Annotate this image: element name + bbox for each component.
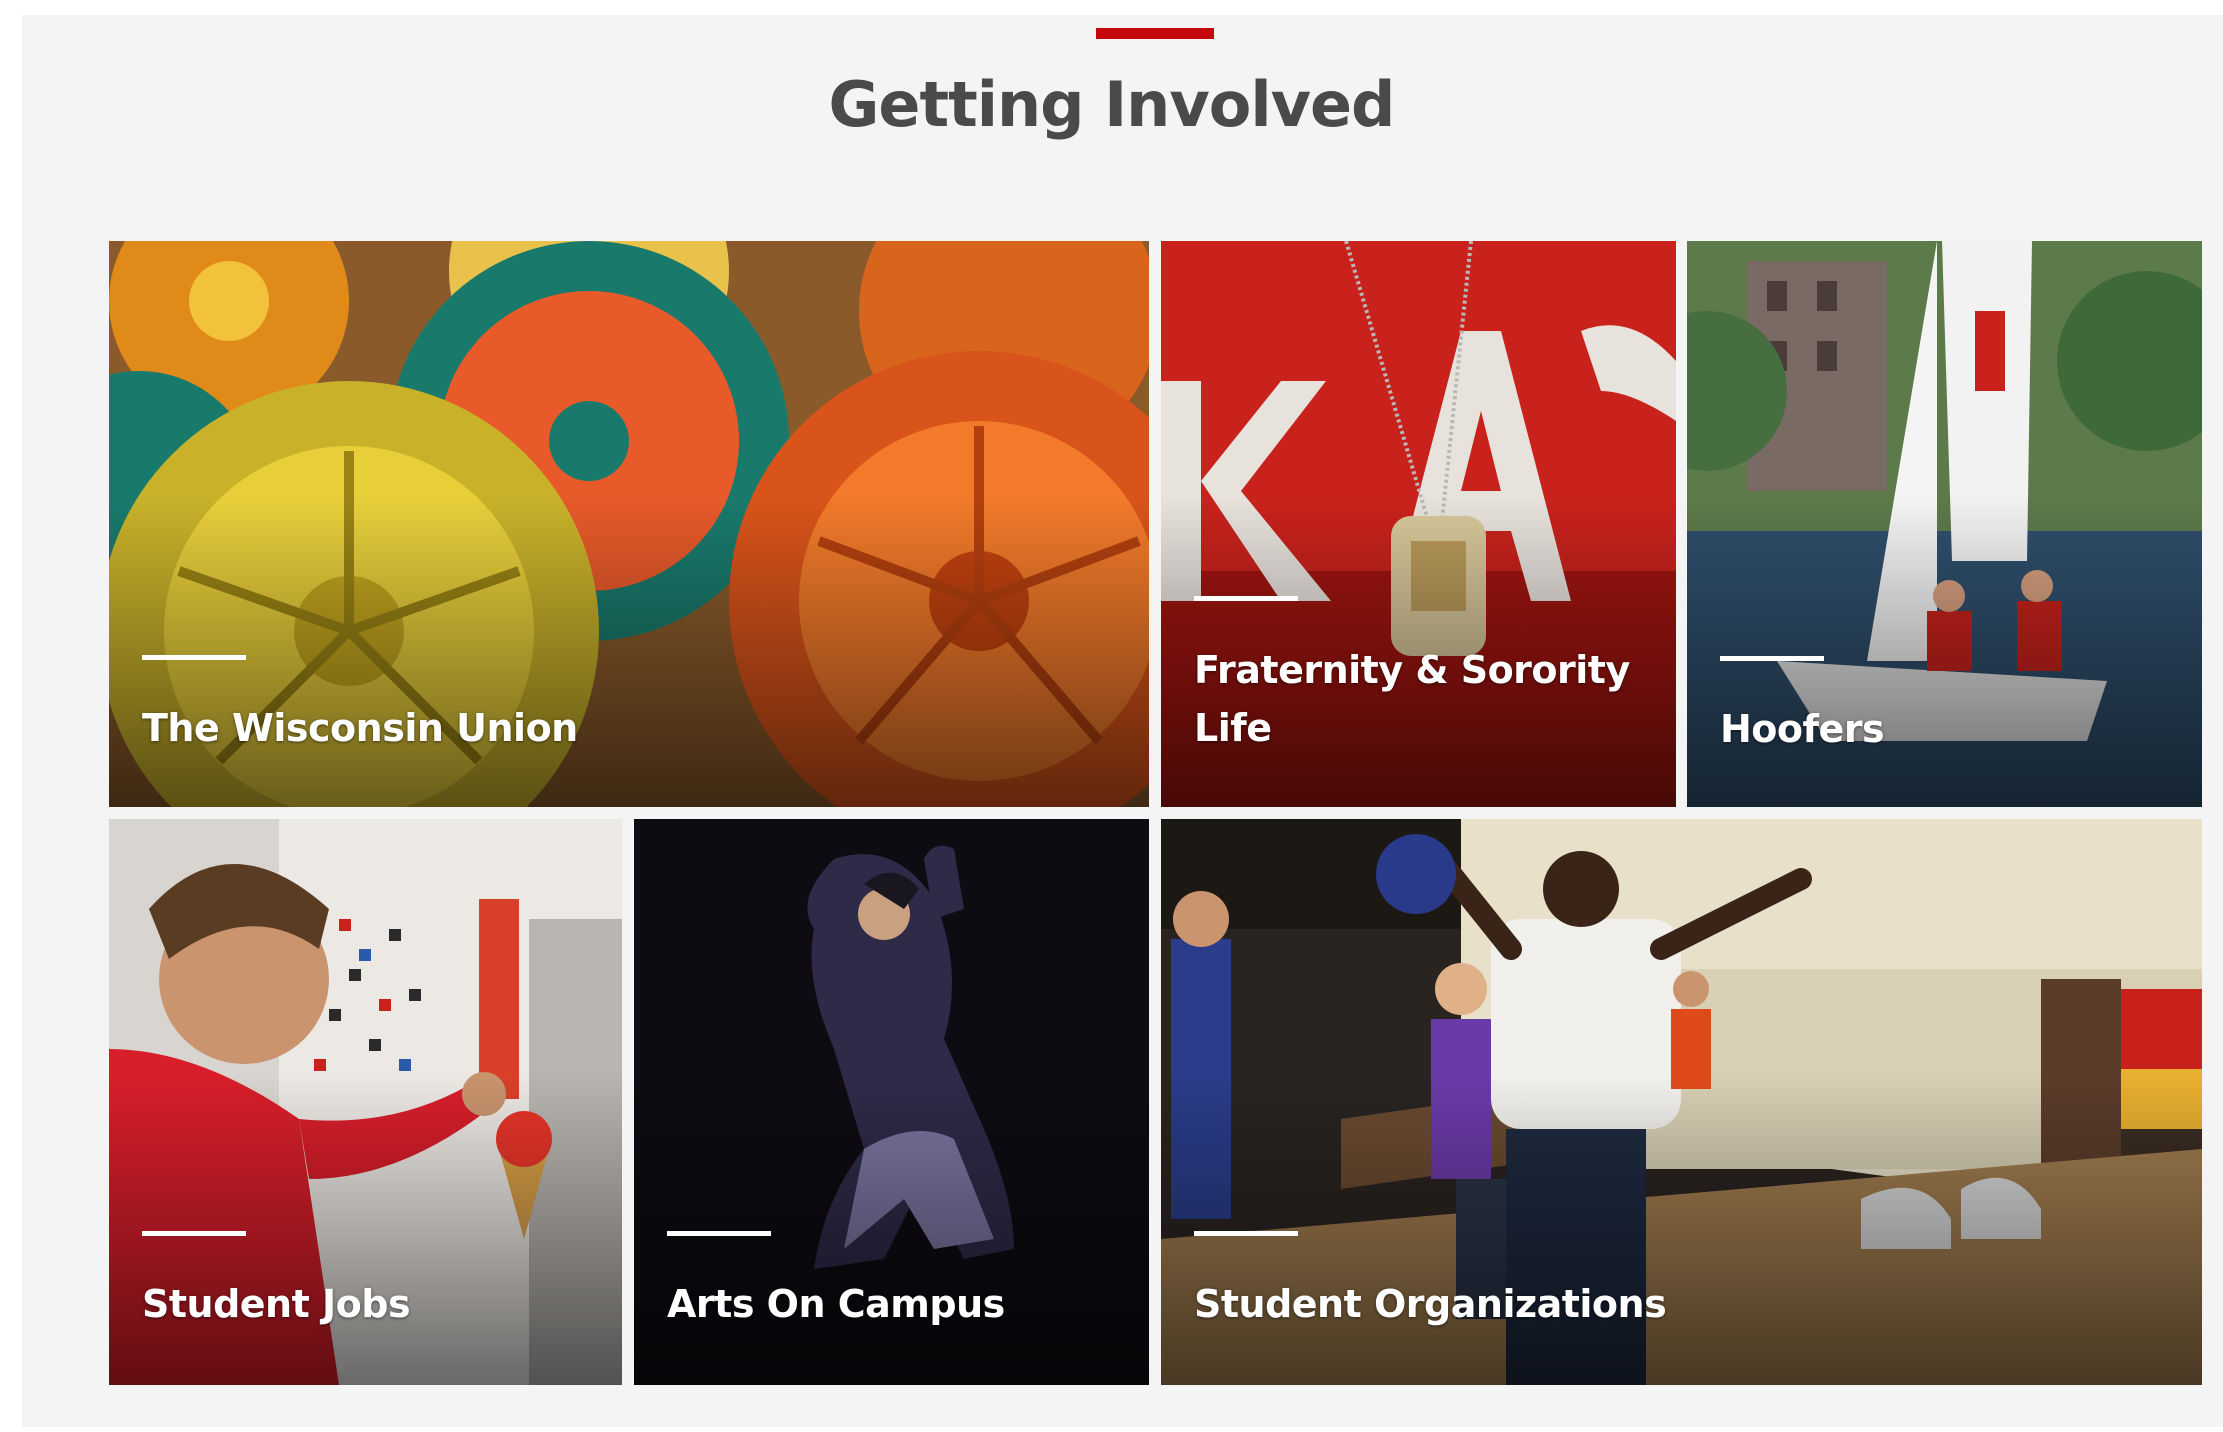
tile-label: Fraternity & Sorority Life: [1194, 648, 1630, 750]
tile-hoofers[interactable]: Hoofers: [1687, 241, 2202, 807]
tile-label: Student Organizations: [1194, 1282, 1667, 1326]
tile-wisconsin-union[interactable]: The Wisconsin Union: [109, 241, 1149, 807]
tile-rule: [142, 1231, 246, 1236]
tile-rule: [1194, 596, 1298, 601]
tile-student-organizations[interactable]: Student Organizations: [1161, 819, 2202, 1385]
tile-fraternity-sorority-life[interactable]: Fraternity & Sorority Life: [1161, 241, 1676, 807]
tile-label: Student Jobs: [142, 1282, 411, 1326]
tile-arts-on-campus[interactable]: Arts On Campus: [634, 819, 1149, 1385]
title-accent-bar: [1096, 28, 1214, 39]
tile-rule: [667, 1231, 771, 1236]
tile-label: Hoofers: [1720, 707, 1885, 751]
tile-rule: [1194, 1231, 1298, 1236]
tile-rule: [142, 655, 246, 660]
tile-label: The Wisconsin Union: [142, 706, 578, 750]
section-title: Getting Involved: [828, 68, 1396, 141]
tile-label: Arts On Campus: [667, 1282, 1005, 1326]
tile-rule: [1720, 656, 1824, 661]
tile-student-jobs[interactable]: Student Jobs: [109, 819, 622, 1385]
